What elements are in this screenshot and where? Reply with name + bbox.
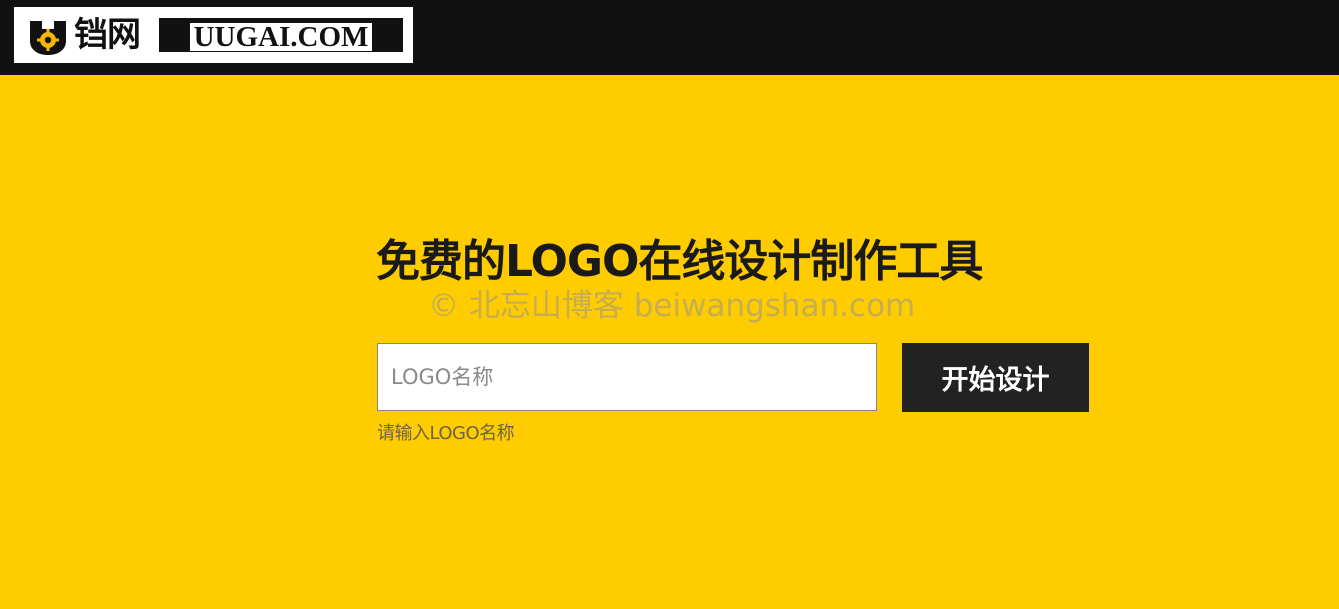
logo-name-input[interactable] xyxy=(377,343,877,411)
logo-domain-label: UUGAI.COM xyxy=(189,23,373,52)
watermark-text: © 北忘山博客 beiwangshan.com xyxy=(428,288,916,324)
start-design-button[interactable]: 开始设计 xyxy=(902,343,1089,412)
site-logo-link[interactable]: 铛网 UUGAI.COM xyxy=(14,7,413,63)
logo-domain-text: UUGAI.COM xyxy=(159,18,403,52)
page-title: 免费的LOGO在线设计制作工具 xyxy=(376,236,983,287)
input-hint-text: 请输入LOGO名称 xyxy=(377,423,515,444)
gear-shield-logo-icon xyxy=(30,21,66,55)
logo-chinese-text: 铛网 xyxy=(74,15,141,55)
top-navigation-bar: 铛网 UUGAI.COM xyxy=(0,0,1339,75)
